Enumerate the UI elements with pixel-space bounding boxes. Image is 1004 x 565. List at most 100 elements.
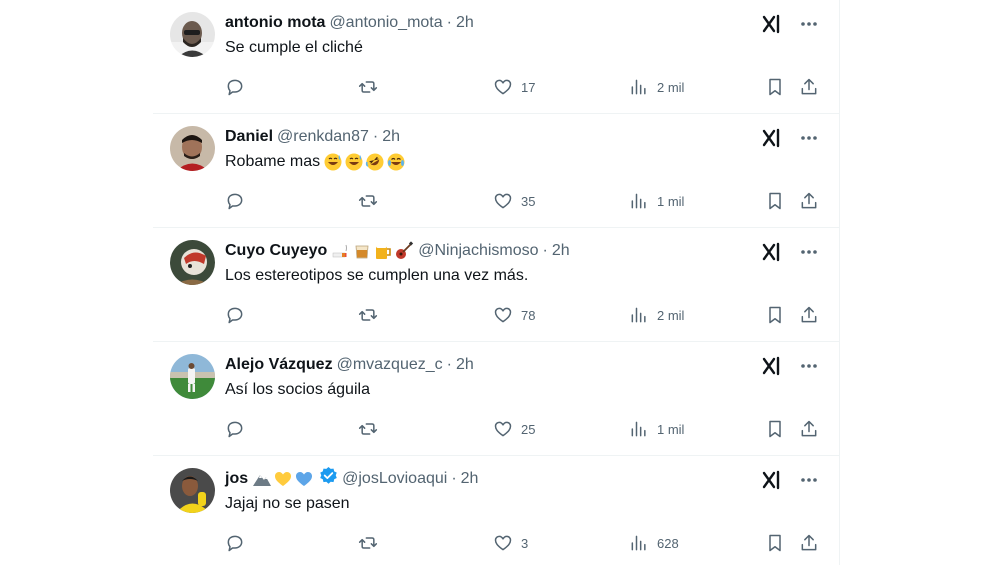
share-button[interactable] bbox=[799, 302, 819, 328]
bookmark-button[interactable] bbox=[765, 74, 785, 100]
reply-button[interactable] bbox=[225, 74, 253, 100]
share-icon bbox=[801, 192, 817, 209]
like-button[interactable]: 35 bbox=[493, 188, 535, 214]
more-options-icon[interactable] bbox=[799, 128, 819, 148]
separator-dot: · bbox=[451, 470, 457, 487]
post-text-content: Los estereotipos se cumplen una vez más. bbox=[225, 267, 529, 284]
bookmark-icon bbox=[769, 192, 781, 210]
verified-badge-icon[interactable] bbox=[319, 466, 338, 492]
separator-dot: · bbox=[542, 242, 548, 259]
reply-icon bbox=[227, 421, 243, 438]
view-count: 1 mil bbox=[657, 421, 685, 437]
heart-icon bbox=[494, 79, 512, 95]
repost-icon bbox=[358, 195, 378, 207]
share-button[interactable] bbox=[799, 530, 819, 556]
avatar[interactable] bbox=[170, 240, 215, 285]
bookmark-icon bbox=[769, 306, 781, 324]
bookmark-button[interactable] bbox=[765, 530, 785, 556]
reply-post[interactable]: Alejo Vázquez @mvazquez_c · 2h Así los s… bbox=[153, 342, 839, 456]
heart-icon bbox=[494, 421, 512, 437]
heart-icon bbox=[494, 535, 512, 551]
share-button[interactable] bbox=[799, 416, 819, 442]
user-handle[interactable]: @Ninjachismoso bbox=[418, 240, 538, 262]
more-options-icon[interactable] bbox=[799, 242, 819, 262]
bookmark-button[interactable] bbox=[765, 188, 785, 214]
post-text: Jajaj no se pasen bbox=[225, 493, 350, 515]
reply-post[interactable]: jos @josLovioaqui · 2h Jajaj no se pasen bbox=[153, 456, 839, 565]
views-button[interactable]: 1 mil bbox=[629, 188, 684, 214]
repost-button[interactable] bbox=[358, 74, 386, 100]
like-button[interactable]: 78 bbox=[493, 302, 535, 328]
reply-button[interactable] bbox=[225, 188, 253, 214]
bookmark-icon bbox=[769, 78, 781, 96]
separator-dot: · bbox=[446, 14, 452, 31]
bookmark-button[interactable] bbox=[765, 302, 785, 328]
display-name[interactable]: jos bbox=[225, 468, 248, 490]
avatar[interactable] bbox=[170, 468, 215, 513]
timestamp[interactable]: 2h bbox=[552, 240, 570, 262]
display-name[interactable]: Alejo Vázquez bbox=[225, 354, 333, 376]
views-icon bbox=[631, 193, 646, 209]
more-options-icon[interactable] bbox=[799, 470, 819, 490]
views-button[interactable]: 1 mil bbox=[629, 416, 684, 442]
share-icon bbox=[801, 306, 817, 323]
heart-icon bbox=[494, 307, 512, 323]
post-text: Se cumple el cliché bbox=[225, 37, 363, 59]
yellow-heart-emoji-icon bbox=[275, 472, 292, 486]
reply-button[interactable] bbox=[225, 302, 253, 328]
avatar[interactable] bbox=[170, 12, 215, 57]
user-handle[interactable]: @renkdan87 bbox=[277, 126, 369, 148]
like-button[interactable]: 17 bbox=[493, 74, 535, 100]
display-name[interactable]: Daniel bbox=[225, 126, 273, 148]
whisky-glass-emoji-icon bbox=[355, 245, 369, 259]
repost-button[interactable] bbox=[358, 188, 386, 214]
share-icon bbox=[801, 78, 817, 95]
reply-post[interactable]: antonio mota @antonio_mota · 2h Se cumpl… bbox=[153, 0, 839, 114]
reply-icon bbox=[227, 79, 243, 96]
user-handle[interactable]: @josLovioaqui bbox=[342, 468, 447, 490]
more-options-icon[interactable] bbox=[799, 356, 819, 376]
grinning-sweat-emoji-icon bbox=[345, 153, 363, 171]
reply-icon bbox=[227, 193, 243, 210]
timestamp[interactable]: 2h bbox=[456, 354, 474, 376]
avatar[interactable] bbox=[170, 354, 215, 399]
display-name[interactable]: antonio mota bbox=[225, 12, 325, 34]
display-name[interactable]: Cuyo Cuyeyo bbox=[225, 240, 327, 262]
action-bar: 78 2 mil bbox=[225, 302, 819, 328]
share-button[interactable] bbox=[799, 74, 819, 100]
timestamp[interactable]: 2h bbox=[382, 126, 400, 148]
bookmark-icon bbox=[769, 534, 781, 552]
grok-icon[interactable] bbox=[761, 14, 781, 34]
reply-button[interactable] bbox=[225, 530, 253, 556]
like-count: 3 bbox=[521, 535, 529, 551]
repost-button[interactable] bbox=[358, 302, 386, 328]
avatar[interactable] bbox=[170, 126, 215, 171]
grok-icon[interactable] bbox=[761, 242, 781, 262]
reply-post[interactable]: Cuyo Cuyeyo @Ninjachismoso · 2h Los este… bbox=[153, 228, 839, 342]
repost-button[interactable] bbox=[358, 530, 386, 556]
like-button[interactable]: 25 bbox=[493, 416, 535, 442]
grok-icon[interactable] bbox=[761, 128, 781, 148]
repost-button[interactable] bbox=[358, 416, 386, 442]
like-button[interactable]: 3 bbox=[493, 530, 528, 556]
user-handle[interactable]: @antonio_mota bbox=[329, 12, 442, 34]
timestamp[interactable]: 2h bbox=[456, 12, 474, 34]
reply-feed: antonio mota @antonio_mota · 2h Se cumpl… bbox=[153, 0, 840, 565]
timestamp[interactable]: 2h bbox=[461, 468, 479, 490]
user-handle[interactable]: @mvazquez_c bbox=[337, 354, 443, 376]
grok-icon[interactable] bbox=[761, 356, 781, 376]
views-button[interactable]: 2 mil bbox=[629, 74, 684, 100]
bookmark-button[interactable] bbox=[765, 416, 785, 442]
views-button[interactable]: 2 mil bbox=[629, 302, 684, 328]
grok-icon[interactable] bbox=[761, 470, 781, 490]
action-bar: 25 1 mil bbox=[225, 416, 819, 442]
action-bar: 17 2 mil bbox=[225, 74, 819, 100]
more-options-icon[interactable] bbox=[799, 14, 819, 34]
views-button[interactable]: 628 bbox=[629, 530, 679, 556]
reply-post[interactable]: Daniel @renkdan87 · 2h Robame mas 35 1 m… bbox=[153, 114, 839, 228]
separator-dot: · bbox=[372, 128, 379, 145]
post-header: Daniel @renkdan87 · 2h bbox=[225, 126, 745, 148]
post-text-content: Robame mas bbox=[225, 153, 321, 170]
reply-button[interactable] bbox=[225, 416, 253, 442]
share-button[interactable] bbox=[799, 188, 819, 214]
